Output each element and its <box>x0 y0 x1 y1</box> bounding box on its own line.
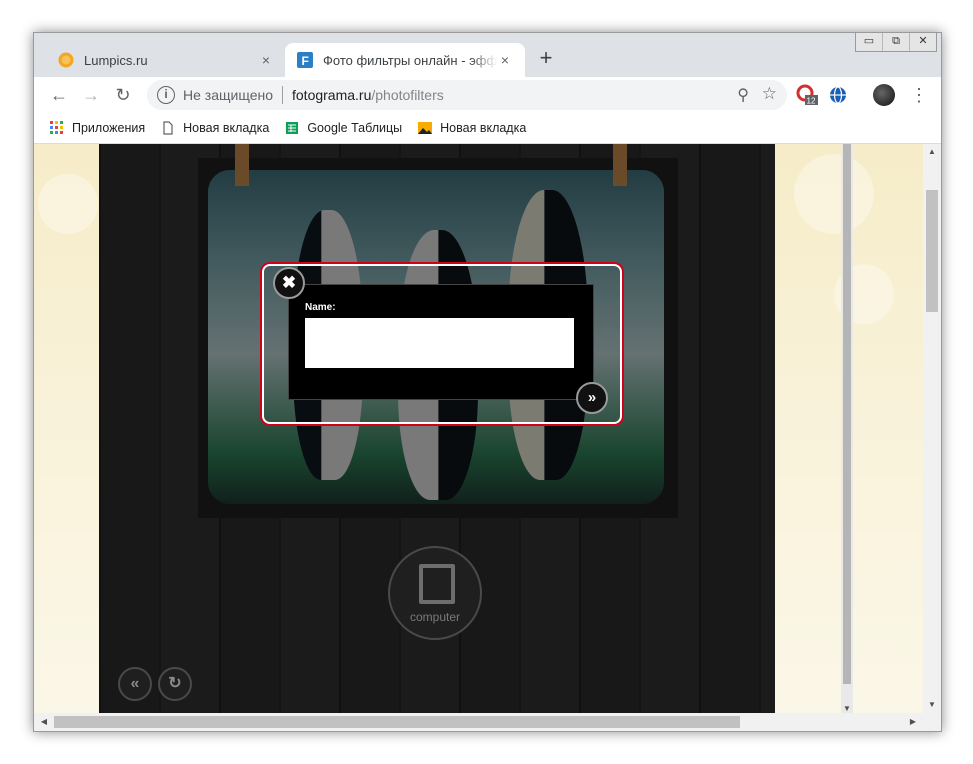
page-viewport: computer « ↻ ▼ Name: ✖ » <box>34 144 923 713</box>
extension-vpn-icon[interactable] <box>827 84 849 106</box>
background-bokeh <box>794 154 874 234</box>
dialog-next-icon[interactable]: » <box>576 382 608 414</box>
background-bokeh <box>38 174 98 234</box>
browser-toolbar: ← → ↻ i Не защищено fotograma.ru/photofi… <box>34 77 941 113</box>
profile-avatar[interactable] <box>873 84 895 106</box>
back-icon[interactable]: « <box>118 667 152 701</box>
clothespin <box>235 144 249 186</box>
svg-text:F: F <box>302 54 309 68</box>
lumpics-favicon-icon <box>58 52 74 68</box>
restore-button[interactable]: ⧉ <box>882 33 909 51</box>
name-label: Name: <box>305 302 336 313</box>
page-icon <box>163 121 173 135</box>
tab-fotograma[interactable]: F Фото фильтры онлайн - эффекты × <box>285 43 525 77</box>
tab-close-icon[interactable]: × <box>258 52 274 68</box>
back-button[interactable]: ← <box>47 83 71 107</box>
close-window-button[interactable]: ✕ <box>909 33 936 51</box>
vertical-scroll-thumb[interactable] <box>926 190 938 312</box>
scroll-right-icon[interactable]: ▶ <box>905 713 921 731</box>
bookmark-label: Новая вкладка <box>440 121 527 135</box>
scroll-up-icon[interactable]: ▲ <box>923 144 941 160</box>
bookmark-star-icon[interactable]: ☆ <box>762 84 777 104</box>
bookmark-new-tab[interactable]: Новая вкладка <box>161 121 269 135</box>
extension-opera-icon[interactable]: 12 <box>796 84 818 106</box>
upload-from-computer-button[interactable]: computer <box>388 546 482 640</box>
sheets-icon <box>286 122 299 134</box>
apps-grid-icon <box>50 121 63 134</box>
address-bar[interactable]: i Не защищено fotograma.ru/photofilters … <box>147 80 787 110</box>
tab-lumpics[interactable]: Lumpics.ru × <box>46 43 286 77</box>
bookmark-label: Google Таблицы <box>307 121 403 135</box>
scroll-down-icon[interactable]: ▼ <box>841 704 853 713</box>
fotograma-favicon-icon: F <box>297 52 313 68</box>
info-icon[interactable]: i <box>157 86 175 104</box>
stage-scrollbar-thumb[interactable] <box>843 144 851 684</box>
page-vertical-scrollbar[interactable]: ▲ ▼ <box>923 144 941 713</box>
scroll-down-icon[interactable]: ▼ <box>923 697 941 713</box>
tab-title: Фото фильтры онлайн - эффекты <box>323 52 497 68</box>
security-status: Не защищено <box>183 87 273 103</box>
editor-stage: computer « ↻ ▼ <box>99 144 853 713</box>
reset-icon[interactable]: ↻ <box>158 667 192 701</box>
image-icon <box>418 122 433 134</box>
url-path: /photofilters <box>371 87 444 103</box>
upload-label: computer <box>409 610 461 624</box>
tab-title: Lumpics.ru <box>84 52 148 68</box>
url-host: fotograma.ru <box>292 87 372 103</box>
horizontal-scroll-thumb[interactable] <box>54 716 740 728</box>
tab-close-icon[interactable]: × <box>497 52 513 68</box>
save-name-dialog: Name: <box>288 284 594 400</box>
bookmark-label: Новая вкладка <box>183 121 270 135</box>
zoom-icon[interactable]: ⚲ <box>737 85 749 105</box>
minimize-button[interactable]: ▭ <box>856 33 882 51</box>
reload-button[interactable]: ↻ <box>111 83 135 107</box>
bookmarks-bar: Приложения Новая вкладка Google Таблицы … <box>34 113 941 144</box>
stage-scrollbar[interactable]: ▼ <box>841 144 853 713</box>
bookmark-new-tab-2[interactable]: Новая вкладка <box>418 121 526 135</box>
new-tab-button[interactable]: + <box>534 47 558 71</box>
download-icon <box>419 564 455 604</box>
bookmark-apps[interactable]: Приложения <box>50 121 145 135</box>
name-input[interactable] <box>305 318 574 368</box>
browser-menu-icon[interactable]: ⋮ <box>910 83 928 107</box>
browser-window: Lumpics.ru × F Фото фильтры онлайн - эфф… <box>33 32 942 732</box>
dialog-close-icon[interactable]: ✖ <box>273 267 305 299</box>
address-divider <box>282 86 283 104</box>
page-horizontal-scrollbar[interactable]: ◀ ▶ <box>34 713 941 731</box>
clothespin <box>613 144 627 186</box>
window-controls: ▭ ⧉ ✕ <box>855 33 937 52</box>
extension-badge: 12 <box>807 97 816 106</box>
bookmark-google-sheets[interactable]: Google Таблицы <box>285 121 402 135</box>
scroll-left-icon[interactable]: ◀ <box>36 713 52 731</box>
bookmark-label: Приложения <box>72 121 146 135</box>
tab-strip: Lumpics.ru × F Фото фильтры онлайн - эфф… <box>34 33 941 77</box>
forward-button[interactable]: → <box>79 83 103 107</box>
